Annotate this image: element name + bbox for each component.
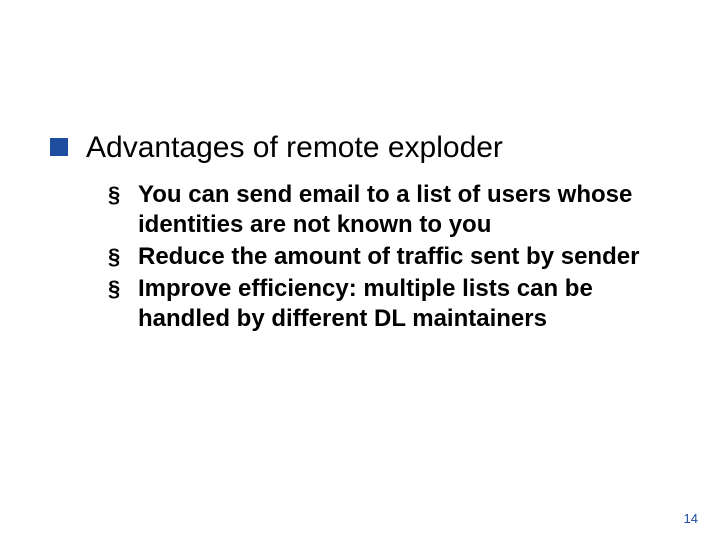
list-item: § Improve efficiency: multiple lists can… [108, 274, 670, 334]
slide: Advantages of remote exploder § You can … [0, 0, 720, 540]
sub-bullet-list: § You can send email to a list of users … [108, 180, 670, 334]
section-bullet-icon: § [108, 274, 126, 304]
square-bullet-icon [50, 138, 68, 156]
heading-row: Advantages of remote exploder [50, 130, 670, 166]
list-item: § You can send email to a list of users … [108, 180, 670, 240]
list-item-text: Reduce the amount of traffic sent by sen… [138, 242, 639, 272]
section-bullet-icon: § [108, 180, 126, 210]
list-item-text: Improve efficiency: multiple lists can b… [138, 274, 658, 334]
page-number: 14 [684, 511, 698, 526]
list-item-text: You can send email to a list of users wh… [138, 180, 658, 240]
section-bullet-icon: § [108, 242, 126, 272]
slide-heading: Advantages of remote exploder [86, 130, 503, 166]
list-item: § Reduce the amount of traffic sent by s… [108, 242, 670, 272]
